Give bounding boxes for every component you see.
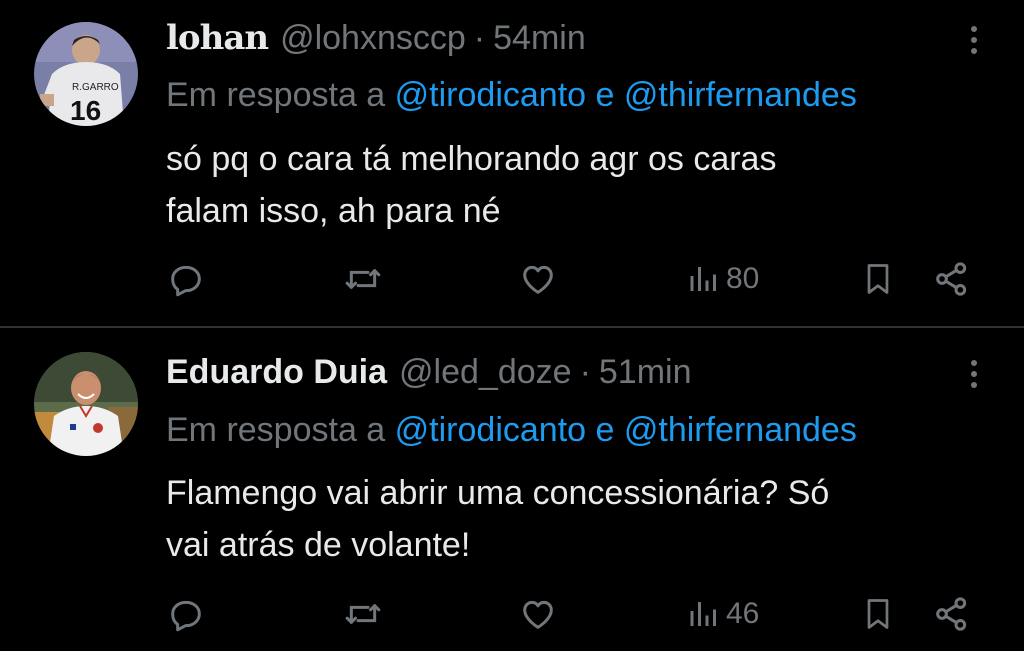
action-bar: 80 <box>0 259 1024 299</box>
reply-button[interactable] <box>166 594 206 634</box>
share-button[interactable] <box>932 259 972 299</box>
separator-dot: · <box>579 353 591 391</box>
reply-mentions[interactable]: @tirodicanto e @thirfernandes <box>395 76 857 114</box>
separator-dot: · <box>473 19 486 57</box>
share-button[interactable] <box>932 594 972 634</box>
retweet-button[interactable] <box>343 594 383 634</box>
heart-icon <box>523 600 553 629</box>
user-handle[interactable]: @led_doze <box>399 350 572 394</box>
display-name[interactable]: lohan <box>166 16 269 60</box>
display-name[interactable]: Eduardo Duia <box>166 350 387 394</box>
views-button[interactable]: 80 <box>686 259 759 299</box>
action-bar: 46 <box>0 594 1024 634</box>
views-count: 80 <box>726 262 760 295</box>
reply-context: Em resposta a @tirodicanto e @thirfernan… <box>166 408 857 452</box>
like-button[interactable] <box>518 259 558 299</box>
heart-icon <box>523 265 553 294</box>
retweet-icon <box>345 269 381 289</box>
views-count: 46 <box>726 597 760 630</box>
reply-icon <box>171 265 201 297</box>
bookmark-button[interactable] <box>860 259 896 299</box>
tweet-text-line: só pq o cara tá melhorando agr os caras <box>166 140 777 178</box>
views-icon <box>690 602 716 626</box>
avatar[interactable]: R.GARRO 16 <box>34 22 138 126</box>
reply-button[interactable] <box>166 259 206 299</box>
user-handle[interactable]: @lohxnsccp <box>280 16 466 60</box>
reply-prefix: Em resposta a <box>166 411 386 449</box>
like-button[interactable] <box>518 594 558 634</box>
bookmark-icon <box>867 264 889 294</box>
svg-text:R.GARRO: R.GARRO <box>72 82 119 93</box>
reply-prefix: Em resposta a <box>166 76 386 114</box>
tweet-text: Flamengo vai abrir uma concessionária? S… <box>166 467 986 571</box>
retweet-button[interactable] <box>343 259 383 299</box>
avatar-image: R.GARRO 16 <box>34 22 138 126</box>
reply-context: Em resposta a @tirodicanto e @thirfernan… <box>166 73 857 117</box>
timestamp[interactable]: 54min <box>493 16 586 60</box>
tweet[interactable]: R.GARRO 16 lohan @lohxnsccp · 54min Em r… <box>0 0 1024 327</box>
retweet-icon <box>345 604 381 624</box>
tweet-text-line: vai atrás de volante! <box>166 526 471 564</box>
bookmark-button[interactable] <box>860 594 896 634</box>
tweet-text-line: falam isso, ah para né <box>166 192 501 230</box>
timestamp[interactable]: 51min <box>599 350 692 394</box>
reply-mentions[interactable]: @tirodicanto e @thirfernandes <box>395 411 857 449</box>
tweet-text-line: Flamengo vai abrir uma concessionária? S… <box>166 474 830 512</box>
bookmark-icon <box>867 599 889 629</box>
avatar[interactable] <box>34 352 138 456</box>
tweet-text: só pq o cara tá melhorando agr os caras … <box>166 133 986 237</box>
share-icon <box>936 262 967 296</box>
more-options-icon[interactable] <box>970 26 978 60</box>
avatar-image <box>34 352 138 456</box>
tweet-header: lohan @lohxnsccp · 54min <box>166 16 586 60</box>
views-button[interactable]: 46 <box>686 594 759 634</box>
views-icon <box>690 267 716 291</box>
reply-icon <box>171 600 201 632</box>
svg-text:16: 16 <box>70 95 101 126</box>
tweet[interactable]: Eduardo Duia @led_doze · 51min Em respos… <box>0 328 1024 651</box>
more-options-icon[interactable] <box>970 360 978 394</box>
share-icon <box>936 597 967 631</box>
tweet-header: Eduardo Duia @led_doze · 51min <box>166 350 692 394</box>
